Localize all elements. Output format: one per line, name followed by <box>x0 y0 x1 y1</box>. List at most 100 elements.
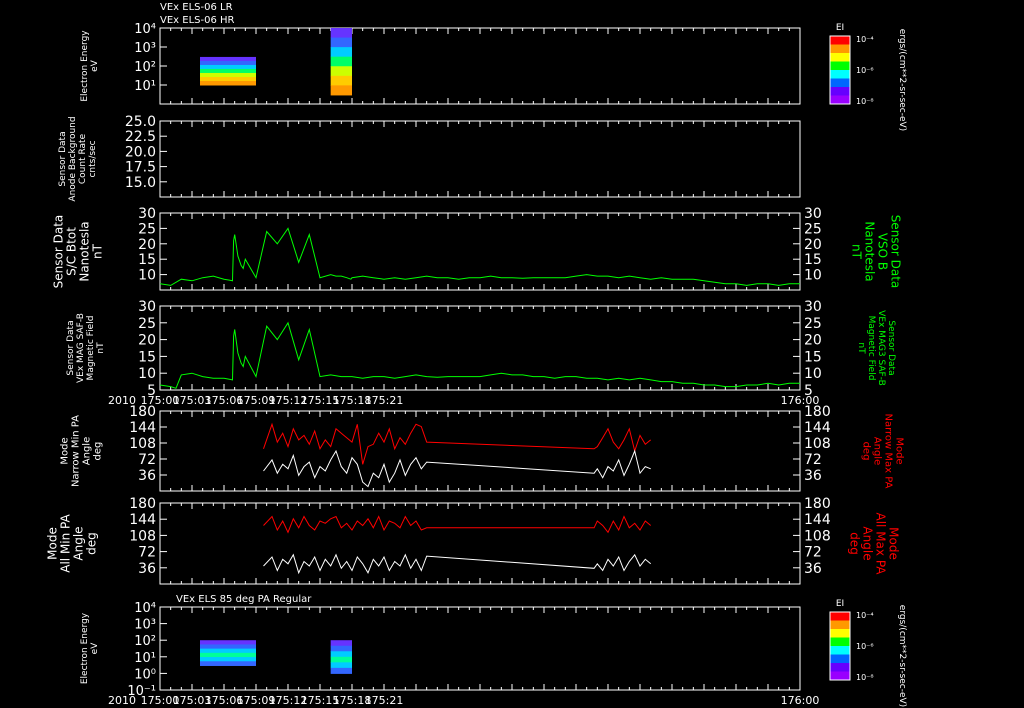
ylabel: Mode <box>60 437 71 464</box>
ylabel-right: Mode <box>887 527 901 560</box>
ylabel: eV <box>90 642 100 655</box>
ylabel: Sensor Data <box>58 131 68 186</box>
y-tick-label: 144 <box>129 420 156 436</box>
colorbar-units: ergs/(cm**2-sr-sec-eV) <box>897 29 907 131</box>
ylabel: deg <box>85 532 99 555</box>
y-tick-label: 25 <box>138 316 156 332</box>
y-tick-label-right: 30 <box>804 299 822 315</box>
y-tick-label: 15 <box>138 252 156 268</box>
time-tick-label: 175:21 <box>365 394 404 407</box>
ylabel: All Min PA <box>59 513 73 572</box>
colorbar-label: EI <box>836 599 844 609</box>
y-tick-label: 10³ <box>134 618 156 633</box>
y-tick-label-right: 10 <box>804 366 822 382</box>
ylabel: cnts/sec <box>88 140 98 177</box>
heatmap-cell <box>200 60 256 66</box>
ylabel: Electron Energy <box>80 30 90 102</box>
heatmap-cell <box>200 648 256 654</box>
y-tick-label: 72 <box>138 545 156 561</box>
colorbar-swatch <box>830 87 850 96</box>
ylabel: Mode <box>46 527 60 560</box>
heatmap-cell <box>200 640 256 645</box>
heatmap-cell <box>330 28 352 39</box>
title-bottom: VEx ELS 85 deg PA Regular <box>176 594 312 605</box>
y-tick-label-right: 10 <box>804 268 822 284</box>
y-tick-label-right: 108 <box>804 436 831 452</box>
y-tick-label-right: 36 <box>804 468 822 484</box>
ylabel: Angle <box>72 526 86 560</box>
y-tick-label: 108 <box>129 436 156 452</box>
ylabel: Narrow Min PA <box>71 415 82 487</box>
heatmap-cell <box>330 47 352 58</box>
y-tick-label: 10² <box>134 60 156 75</box>
y-tick-label-right: 20 <box>804 333 822 349</box>
y-tick-label-right: 108 <box>804 528 831 544</box>
heatmap-cell <box>330 37 352 48</box>
year-label: 2010 <box>108 394 136 407</box>
heatmap-cell <box>200 56 256 62</box>
colorbar-swatch <box>830 671 850 681</box>
ylabel: Count Rate <box>78 133 88 184</box>
y-tick-label: 25.0 <box>125 114 156 130</box>
y-tick-label: 180 <box>129 496 156 512</box>
y-tick-label-right: 20 <box>804 237 822 253</box>
colorbar-tick-label: 10⁻⁶ <box>856 66 874 75</box>
heatmap-cell <box>330 640 352 647</box>
colorbar-tick-label: 10⁻⁸ <box>856 673 874 682</box>
heatmap-cell <box>330 75 352 86</box>
year-label: 2010 <box>108 694 136 707</box>
y-tick-label-right: 15 <box>804 349 822 365</box>
ylabel-right: nT <box>856 342 866 354</box>
colorbar-swatch <box>830 620 850 630</box>
y-tick-label: 15 <box>138 349 156 365</box>
colorbar-swatch <box>830 44 850 54</box>
colorbar-swatch <box>830 78 850 88</box>
colorbar-tick-label: 10⁻⁸ <box>856 97 874 106</box>
colorbar-units: ergs/(cm**2-sr-sec-eV) <box>897 605 907 707</box>
heatmap-cell <box>330 66 352 77</box>
colorbar-swatch <box>830 53 850 62</box>
y-tick-label: 10 <box>138 268 156 284</box>
heatmap-cell <box>330 662 352 669</box>
y-tick-label: 108 <box>129 528 156 544</box>
y-tick-label: 10⁴ <box>134 22 156 37</box>
heatmap-cell <box>200 661 256 666</box>
ylabel-right: deg <box>848 532 862 555</box>
colorbar-swatch <box>830 654 850 664</box>
y-tick-label: 20 <box>138 237 156 253</box>
ylabel-right: VSO B <box>876 233 890 270</box>
y-tick-label: 144 <box>129 512 156 528</box>
colorbar-tick-label: 10⁻⁴ <box>856 35 874 44</box>
ylabel: deg <box>93 442 104 461</box>
colorbar-swatch <box>830 629 850 638</box>
ylabel-right: Narrow Max PA <box>883 414 894 489</box>
y-tick-label-right: 180 <box>804 496 831 512</box>
ylabel-right: Mode <box>894 437 905 464</box>
y-tick-label: 10⁰ <box>134 667 156 682</box>
y-tick-label-right: 36 <box>804 561 822 577</box>
y-tick-label: 30 <box>138 299 156 315</box>
y-tick-label: 72 <box>138 452 156 468</box>
ylabel-right: Nanotesla <box>863 221 877 281</box>
y-tick-label: 36 <box>138 468 156 484</box>
ylabel: nT <box>91 243 105 259</box>
colorbar-swatch <box>830 95 850 105</box>
y-tick-label-right: 72 <box>804 545 822 561</box>
y-tick-label: 10⁴ <box>134 601 156 616</box>
y-tick-label: 25 <box>138 221 156 237</box>
ylabel: eV <box>90 59 100 72</box>
y-tick-label: 20.0 <box>125 144 156 160</box>
time-tick-label: 176:00 <box>781 694 820 707</box>
y-tick-label: 15.0 <box>125 175 156 191</box>
colorbar-label: EI <box>836 23 844 33</box>
ylabel: S/C Btot <box>65 227 79 276</box>
heatmap-cell <box>330 645 352 652</box>
title-top-line1: VEx ELS-06 LR <box>160 2 233 13</box>
y-tick-label: 20 <box>138 333 156 349</box>
colorbar-tick-label: 10⁻⁴ <box>856 611 874 620</box>
y-tick-label: 10¹ <box>134 651 156 666</box>
heatmap-cell <box>330 56 352 67</box>
ylabel-right: Magnetic Field <box>866 316 876 381</box>
ylabel: Sensor Data <box>66 320 76 375</box>
y-tick-label-right: 72 <box>804 452 822 468</box>
